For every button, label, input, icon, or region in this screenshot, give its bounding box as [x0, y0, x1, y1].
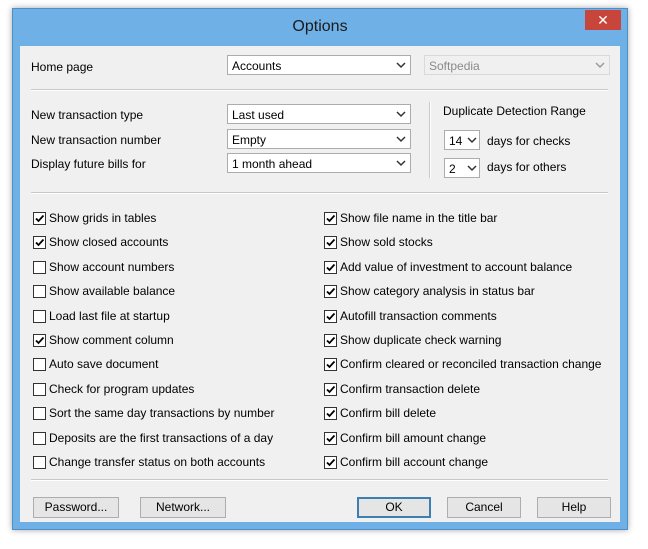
option-label: Show available balance: [49, 284, 176, 299]
option-label: Confirm bill delete: [340, 406, 437, 421]
option-label: Confirm bill account change: [340, 455, 489, 469]
chevron-down-icon: [396, 111, 406, 118]
chevron-down-icon: [467, 165, 477, 172]
checkbox-unchecked-icon[interactable]: [33, 407, 46, 421]
home-page-secondary-select: Softpedia: [424, 55, 610, 75]
password-button[interactable]: Password...: [33, 497, 119, 518]
checkbox-checked-icon[interactable]: [324, 212, 337, 225]
help-button[interactable]: Help: [537, 497, 611, 518]
option-label: Add value of investment to account balan…: [340, 259, 573, 274]
chevron-down-icon: [396, 160, 406, 167]
vertical-divider: [429, 102, 431, 178]
option-label: Show category analysis in status bar: [340, 284, 535, 299]
window-title: Options: [292, 18, 348, 35]
days-for-others-value: 2: [449, 162, 456, 176]
home-page-secondary-value: Softpedia: [429, 59, 480, 73]
chevron-down-icon: [396, 62, 406, 69]
checkbox-checked-icon[interactable]: [324, 236, 337, 250]
close-icon: ✕: [597, 12, 609, 28]
home-page-label: Home page: [31, 60, 94, 74]
new-transaction-number-label: New transaction number: [31, 133, 162, 147]
cancel-button[interactable]: Cancel: [447, 497, 521, 518]
option-label: Autofill transaction comments: [340, 308, 497, 323]
checkbox-unchecked-icon[interactable]: [33, 260, 46, 274]
network-button[interactable]: Network...: [140, 497, 226, 518]
checkbox-checked-icon[interactable]: [324, 431, 337, 445]
option-label: Load last file at startup: [49, 308, 170, 323]
checkbox-checked-icon[interactable]: [324, 358, 337, 372]
divider: [31, 479, 608, 481]
checkbox-checked-icon[interactable]: [324, 285, 337, 299]
display-future-bills-value: 1 month ahead: [232, 157, 313, 171]
days-for-others-label: days for others: [487, 160, 567, 174]
option-label: Confirm cleared or reconciled transactio…: [340, 357, 602, 372]
ok-button[interactable]: OK: [357, 497, 431, 518]
checkbox-checked-icon[interactable]: [324, 407, 337, 421]
new-transaction-type-select[interactable]: Last used: [227, 104, 411, 124]
checkbox-unchecked-icon[interactable]: [33, 382, 46, 396]
new-transaction-number-value: Empty: [232, 133, 267, 147]
duplicate-range-title: Duplicate Detection Range: [443, 104, 586, 118]
divider: [31, 192, 608, 194]
option-label: Auto save document: [49, 357, 159, 372]
home-page-select[interactable]: Accounts: [227, 55, 411, 75]
new-transaction-type-value: Last used: [232, 108, 285, 122]
chevron-down-icon: [595, 62, 605, 69]
checkbox-checked-icon[interactable]: [324, 260, 337, 274]
options-window: Options ✕ Home page Accounts Softpedia N…: [12, 8, 628, 530]
option-label: Show duplicate check warning: [340, 333, 502, 347]
close-button[interactable]: ✕: [585, 10, 621, 30]
display-future-bills-select[interactable]: 1 month ahead: [227, 153, 411, 173]
checkbox-unchecked-icon[interactable]: [33, 309, 46, 323]
checkbox-unchecked-icon[interactable]: [33, 285, 46, 299]
days-for-checks-label: days for checks: [487, 134, 571, 148]
option-label: Confirm bill amount change: [340, 430, 487, 445]
option-label: Check for program updates: [49, 381, 195, 396]
option-label: Show sold stocks: [340, 235, 433, 250]
checkbox-checked-icon[interactable]: [33, 236, 46, 250]
days-for-others-select[interactable]: 2: [444, 158, 480, 178]
checkbox-unchecked-icon[interactable]: [33, 456, 46, 469]
chevron-down-icon: [396, 136, 406, 143]
display-future-bills-label: Display future bills for: [31, 157, 146, 171]
home-page-value: Accounts: [232, 59, 282, 73]
option-label: Change transfer status on both accounts: [49, 455, 266, 469]
option-label: Show grids in tables: [49, 211, 157, 225]
option-label: Show account numbers: [49, 259, 175, 274]
new-transaction-type-label: New transaction type: [31, 108, 144, 122]
option-label: Show comment column: [49, 333, 174, 347]
title-bar[interactable]: Options ✕: [13, 9, 627, 45]
checkbox-unchecked-icon[interactable]: [33, 358, 46, 372]
days-for-checks-select[interactable]: 14: [444, 130, 480, 150]
checkbox-checked-icon[interactable]: [324, 456, 337, 469]
days-for-checks-value: 14: [449, 134, 463, 148]
option-label: Sort the same day transactions by number: [49, 406, 275, 421]
checkbox-checked-icon[interactable]: [324, 334, 337, 347]
checkbox-checked-icon[interactable]: [324, 382, 337, 396]
option-label: Show file name in the title bar: [340, 211, 498, 225]
chevron-down-icon: [467, 137, 477, 144]
checkbox-checked-icon[interactable]: [33, 212, 46, 225]
divider: [31, 89, 608, 91]
checkbox-checked-icon[interactable]: [33, 334, 46, 347]
new-transaction-number-select[interactable]: Empty: [227, 129, 411, 149]
checkbox-unchecked-icon[interactable]: [33, 431, 46, 445]
checkbox-checked-icon[interactable]: [324, 309, 337, 323]
dialog-body: Home page Accounts Softpedia New transac…: [20, 46, 620, 522]
option-label: Show closed accounts: [49, 235, 169, 250]
option-label: Confirm transaction delete: [340, 381, 481, 396]
option-label: Deposits are the first transactions of a…: [49, 430, 274, 445]
